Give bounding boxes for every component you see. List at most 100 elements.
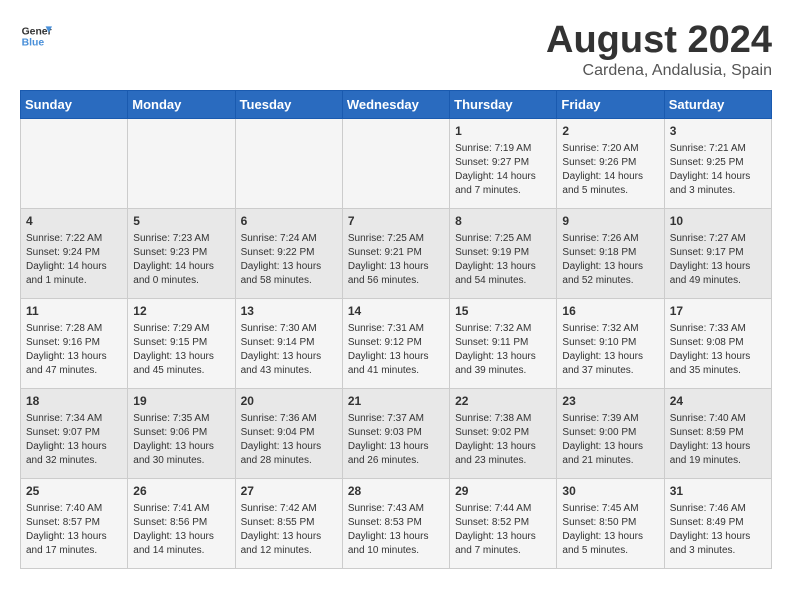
day-number: 18 (26, 393, 122, 410)
day-info-line: Daylight: 13 hours (455, 440, 551, 454)
calendar-cell (235, 118, 342, 208)
day-number: 26 (133, 483, 229, 500)
weekday-header-thursday: Thursday (450, 90, 557, 118)
day-info-line: Daylight: 13 hours (348, 530, 444, 544)
day-info-line: Sunrise: 7:22 AM (26, 232, 122, 246)
calendar-cell: 2Sunrise: 7:20 AMSunset: 9:26 PMDaylight… (557, 118, 664, 208)
day-info-line: and 19 minutes. (670, 454, 766, 468)
day-number: 11 (26, 303, 122, 320)
day-info-line: Sunrise: 7:44 AM (455, 502, 551, 516)
weekday-header-wednesday: Wednesday (342, 90, 449, 118)
calendar-cell: 29Sunrise: 7:44 AMSunset: 8:52 PMDayligh… (450, 478, 557, 568)
day-info-line: Daylight: 13 hours (562, 260, 658, 274)
day-info-line: Sunrise: 7:32 AM (562, 322, 658, 336)
day-info-line: Sunrise: 7:19 AM (455, 142, 551, 156)
day-info-line: Daylight: 13 hours (670, 350, 766, 364)
day-number: 2 (562, 123, 658, 140)
day-info-line: and 52 minutes. (562, 274, 658, 288)
day-info-line: Daylight: 13 hours (455, 350, 551, 364)
calendar-cell: 4Sunrise: 7:22 AMSunset: 9:24 PMDaylight… (21, 208, 128, 298)
day-info-line: and 23 minutes. (455, 454, 551, 468)
day-info-line: Sunrise: 7:40 AM (26, 502, 122, 516)
day-number: 31 (670, 483, 766, 500)
day-info-line: and 7 minutes. (455, 184, 551, 198)
day-info-line: Sunset: 9:06 PM (133, 426, 229, 440)
day-number: 4 (26, 213, 122, 230)
calendar-cell (342, 118, 449, 208)
day-info-line: Sunset: 8:56 PM (133, 516, 229, 530)
calendar-week-3: 11Sunrise: 7:28 AMSunset: 9:16 PMDayligh… (21, 298, 772, 388)
calendar-week-2: 4Sunrise: 7:22 AMSunset: 9:24 PMDaylight… (21, 208, 772, 298)
day-info-line: and 49 minutes. (670, 274, 766, 288)
calendar-cell: 15Sunrise: 7:32 AMSunset: 9:11 PMDayligh… (450, 298, 557, 388)
day-info-line: Sunset: 9:14 PM (241, 336, 337, 350)
day-info-line: Daylight: 13 hours (670, 440, 766, 454)
day-info-line: Sunset: 9:22 PM (241, 246, 337, 260)
weekday-header-monday: Monday (128, 90, 235, 118)
day-info-line: and 58 minutes. (241, 274, 337, 288)
day-info-line: Sunset: 9:03 PM (348, 426, 444, 440)
calendar-cell: 30Sunrise: 7:45 AMSunset: 8:50 PMDayligh… (557, 478, 664, 568)
calendar-cell: 22Sunrise: 7:38 AMSunset: 9:02 PMDayligh… (450, 388, 557, 478)
weekday-header-tuesday: Tuesday (235, 90, 342, 118)
day-info-line: Daylight: 13 hours (348, 260, 444, 274)
day-number: 17 (670, 303, 766, 320)
day-number: 12 (133, 303, 229, 320)
day-info-line: Daylight: 13 hours (348, 440, 444, 454)
title-area: August 2024 Cardena, Andalusia, Spain (546, 20, 772, 80)
day-number: 5 (133, 213, 229, 230)
day-info-line: and 5 minutes. (562, 184, 658, 198)
day-info-line: and 56 minutes. (348, 274, 444, 288)
day-info-line: Sunrise: 7:30 AM (241, 322, 337, 336)
day-number: 23 (562, 393, 658, 410)
day-number: 30 (562, 483, 658, 500)
weekday-header-saturday: Saturday (664, 90, 771, 118)
day-number: 19 (133, 393, 229, 410)
calendar-cell: 26Sunrise: 7:41 AMSunset: 8:56 PMDayligh… (128, 478, 235, 568)
calendar-cell: 10Sunrise: 7:27 AMSunset: 9:17 PMDayligh… (664, 208, 771, 298)
day-info-line: Daylight: 14 hours (562, 170, 658, 184)
day-info-line: Sunset: 9:23 PM (133, 246, 229, 260)
day-info-line: Sunrise: 7:27 AM (670, 232, 766, 246)
day-info-line: Sunset: 8:50 PM (562, 516, 658, 530)
day-info-line: Sunset: 8:53 PM (348, 516, 444, 530)
day-info-line: Sunrise: 7:37 AM (348, 412, 444, 426)
day-info-line: and 28 minutes. (241, 454, 337, 468)
day-info-line: Sunset: 9:17 PM (670, 246, 766, 260)
day-info-line: Daylight: 13 hours (562, 350, 658, 364)
day-info-line: Daylight: 13 hours (562, 440, 658, 454)
svg-text:Blue: Blue (22, 38, 45, 49)
day-number: 25 (26, 483, 122, 500)
day-info-line: Sunrise: 7:36 AM (241, 412, 337, 426)
day-number: 28 (348, 483, 444, 500)
day-number: 8 (455, 213, 551, 230)
day-info-line: Sunrise: 7:42 AM (241, 502, 337, 516)
calendar-week-5: 25Sunrise: 7:40 AMSunset: 8:57 PMDayligh… (21, 478, 772, 568)
day-info-line: Sunrise: 7:46 AM (670, 502, 766, 516)
day-info-line: and 47 minutes. (26, 364, 122, 378)
calendar-cell: 27Sunrise: 7:42 AMSunset: 8:55 PMDayligh… (235, 478, 342, 568)
logo-icon: General Blue (20, 20, 52, 52)
day-info-line: and 1 minute. (26, 274, 122, 288)
calendar-cell: 20Sunrise: 7:36 AMSunset: 9:04 PMDayligh… (235, 388, 342, 478)
calendar-cell: 19Sunrise: 7:35 AMSunset: 9:06 PMDayligh… (128, 388, 235, 478)
day-info-line: Daylight: 14 hours (133, 260, 229, 274)
day-info-line: Daylight: 14 hours (455, 170, 551, 184)
day-info-line: Sunrise: 7:20 AM (562, 142, 658, 156)
day-info-line: Sunrise: 7:39 AM (562, 412, 658, 426)
day-info-line: Sunrise: 7:41 AM (133, 502, 229, 516)
calendar-cell: 12Sunrise: 7:29 AMSunset: 9:15 PMDayligh… (128, 298, 235, 388)
day-info-line: Daylight: 13 hours (26, 440, 122, 454)
day-info-line: Sunset: 9:07 PM (26, 426, 122, 440)
day-info-line: Sunset: 9:27 PM (455, 156, 551, 170)
day-info-line: and 5 minutes. (562, 544, 658, 558)
day-info-line: Daylight: 13 hours (241, 260, 337, 274)
page-title: August 2024 (546, 20, 772, 62)
day-info-line: and 45 minutes. (133, 364, 229, 378)
calendar-cell: 28Sunrise: 7:43 AMSunset: 8:53 PMDayligh… (342, 478, 449, 568)
day-info-line: Sunrise: 7:26 AM (562, 232, 658, 246)
day-info-line: and 32 minutes. (26, 454, 122, 468)
page-subtitle: Cardena, Andalusia, Spain (546, 62, 772, 80)
day-info-line: Daylight: 13 hours (26, 530, 122, 544)
day-info-line: Sunset: 9:19 PM (455, 246, 551, 260)
